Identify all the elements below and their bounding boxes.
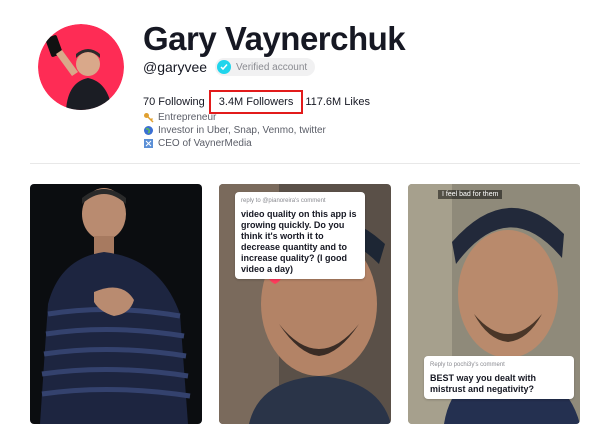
profile-name: Gary Vaynerchuk [143, 20, 406, 57]
bio-text: CEO of VaynerMedia [158, 138, 252, 149]
bio-line: Entrepreneur [143, 111, 326, 124]
bio-line: Investor in Uber, Snap, Venmo, twitter [143, 124, 326, 137]
comment-text: BEST way you dealt with mistrust and neg… [430, 373, 537, 394]
following-count[interactable]: 70 Following [143, 96, 205, 108]
medal-icon [143, 138, 154, 149]
avatar[interactable] [38, 24, 124, 110]
comment-reply-bubble: Reply to pochi3y's comment BEST way you … [424, 356, 574, 399]
bio-text: Entrepreneur [158, 112, 217, 123]
bio-line: CEO of VaynerMedia [143, 137, 326, 150]
bio-text: Investor in Uber, Snap, Venmo, twitter [158, 125, 326, 136]
handle-row: @garyvee Verified account [143, 58, 316, 76]
profile-bio: Entrepreneur Investor in Uber, Snap, Ven… [143, 111, 326, 150]
globe-icon [143, 125, 154, 136]
verified-badge: Verified account [215, 58, 316, 76]
video-thumbnail[interactable]: reply to @pianoreira's comment video qua… [219, 184, 391, 424]
checkmark-icon [217, 60, 232, 74]
comment-text: video quality on this app is growing qui… [241, 209, 357, 274]
key-icon [143, 112, 154, 123]
likes-count: 117.6M Likes [305, 96, 370, 108]
video-thumbnail[interactable] [30, 184, 202, 424]
profile-handle: @garyvee [143, 59, 208, 75]
video-caption: I feel bad for them [438, 190, 503, 199]
video-preview-image [30, 184, 202, 424]
divider [30, 163, 580, 164]
reply-meta: reply to @pianoreira's comment [241, 198, 326, 204]
verified-label: Verified account [236, 61, 308, 73]
reply-meta: Reply to pochi3y's comment [430, 362, 505, 368]
video-thumbnail[interactable]: I feel bad for them Reply to pochi3y's c… [408, 184, 580, 424]
comment-reply-bubble: reply to @pianoreira's comment video qua… [235, 192, 365, 279]
